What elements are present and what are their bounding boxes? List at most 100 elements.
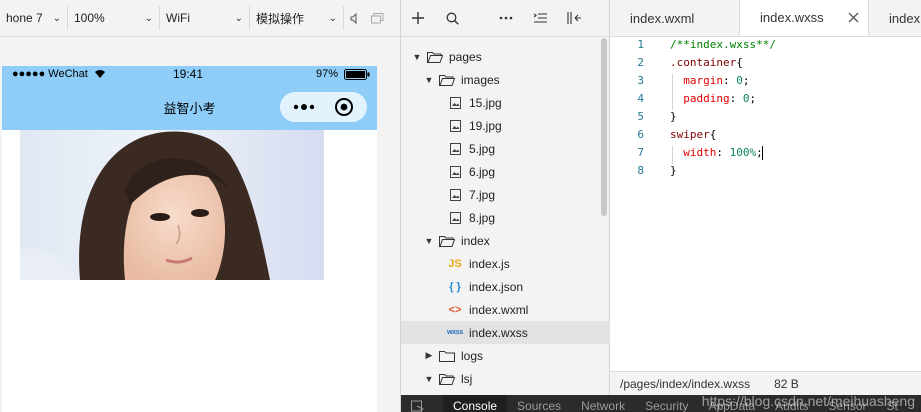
tree-item-label: 8.jpg <box>469 210 496 225</box>
file-tree-toolbar <box>401 0 609 37</box>
search-icon[interactable] <box>435 0 469 36</box>
image-file-icon <box>447 211 463 225</box>
folder-icon <box>439 349 455 363</box>
code-line[interactable]: /**index.wxss**/ <box>670 38 776 51</box>
tree-item-label: 19.jpg <box>469 118 502 133</box>
tree-folder[interactable]: ▼ pages <box>401 45 611 68</box>
code-token: : <box>716 146 730 159</box>
code-line[interactable]: width: 100%; <box>670 146 763 159</box>
image-file-icon <box>447 165 463 179</box>
status-time: 19:41 <box>173 67 204 81</box>
operation-select[interactable]: 模拟操作 ⌄ <box>250 6 344 30</box>
carrier-label: ●●●●● WeChat <box>12 68 88 80</box>
image-file-icon <box>447 96 463 110</box>
chevron-down-icon: ⌄ <box>144 12 153 24</box>
tree-item-label: images <box>461 72 500 87</box>
code-token: margin <box>670 74 723 87</box>
swiper-image[interactable] <box>20 130 324 280</box>
tab-label: index <box>889 10 921 26</box>
add-icon[interactable] <box>401 0 435 36</box>
simulator-toolbar: hone 7 ⌄ 100% ⌄ WiFi ⌄ 模拟操作 ⌄ <box>0 0 400 37</box>
devtools-tab-security[interactable]: Security <box>635 395 698 412</box>
expanded-arrow-icon[interactable]: ▼ <box>411 52 423 62</box>
folder-open-icon <box>427 50 443 64</box>
tree-folder[interactable]: ▼ index <box>401 229 623 252</box>
code-line[interactable]: swiper{ <box>670 128 716 141</box>
line-number: 6 <box>637 128 644 141</box>
operation-select-value: 模拟操作 <box>256 11 305 26</box>
tab-index-more[interactable]: index <box>869 0 921 36</box>
code-token: } <box>670 110 677 123</box>
code-token: swiper <box>670 128 710 141</box>
tree-item-label: index <box>461 233 490 248</box>
wifi-icon <box>94 68 106 82</box>
chevron-down-icon: ⌄ <box>52 12 61 24</box>
tree-item-label: pages <box>449 49 482 64</box>
tab-index-wxml[interactable]: index.wxml <box>610 0 740 36</box>
code-editor-panel: index.wxml index.wxss index 1 /**index.wx… <box>610 0 921 396</box>
tree-folder[interactable]: ▼ images <box>401 68 623 91</box>
image-file-icon <box>447 119 463 133</box>
mute-icon[interactable] <box>344 6 366 30</box>
devtools-tab-network[interactable]: Network <box>571 395 635 412</box>
expanded-arrow-icon[interactable]: ▼ <box>423 75 435 85</box>
tree-item-label: 7.jpg <box>469 187 496 202</box>
battery-icon <box>344 69 370 84</box>
code-line[interactable]: } <box>670 164 677 177</box>
code-token: padding <box>670 92 730 105</box>
simulator-panel: hone 7 ⌄ 100% ⌄ WiFi ⌄ 模拟操作 ⌄ ●●●●● WeCh… <box>0 0 401 412</box>
code-token: /**index.wxss**/ <box>670 38 776 51</box>
devtools-tab-sources[interactable]: Sources <box>507 395 571 412</box>
zoom-select[interactable]: 100% ⌄ <box>68 6 160 30</box>
tab-label: index.wxml <box>630 10 695 26</box>
tree-item-label: index.wxml <box>469 302 529 317</box>
editor-tab-bar: index.wxml index.wxss index <box>610 0 921 37</box>
network-select[interactable]: WiFi ⌄ <box>160 6 250 30</box>
code-area[interactable]: 1 /**index.wxss**/ 2 .container{ 3 margin: 0… <box>610 36 921 371</box>
tree-folder[interactable]: ▶ logs <box>401 344 623 367</box>
close-miniprogram-icon[interactable] <box>334 97 354 120</box>
collapsed-arrow-icon[interactable]: ▶ <box>423 350 435 361</box>
more-icon[interactable] <box>293 98 315 117</box>
split-icon[interactable] <box>557 0 591 36</box>
collapse-icon[interactable] <box>523 0 557 36</box>
window-icon[interactable] <box>366 6 388 30</box>
folder-open-icon <box>439 234 455 248</box>
device-select[interactable]: hone 7 ⌄ <box>0 6 68 30</box>
folder-open-icon <box>439 73 455 87</box>
close-icon[interactable] <box>848 11 859 26</box>
line-number: 3 <box>637 74 644 87</box>
inspect-icon[interactable] <box>407 395 427 412</box>
battery-percent: 97% <box>316 68 339 80</box>
code-token: 100% <box>729 146 757 159</box>
code-token: { <box>709 128 717 141</box>
file-path: /pages/index/index.wxss <box>620 377 751 391</box>
folder-open-icon <box>439 372 455 386</box>
tab-index-wxss[interactable]: index.wxss <box>740 0 869 36</box>
phone-screen: ●●●●● WeChat 19:41 97% 益智小考 <box>2 66 377 412</box>
chevron-down-icon: ⌄ <box>234 12 243 24</box>
more-icon[interactable] <box>489 0 523 36</box>
line-number: 2 <box>637 56 644 69</box>
line-number: 5 <box>637 110 644 123</box>
devtools-tab-console[interactable]: Console <box>443 395 508 412</box>
expanded-arrow-icon[interactable]: ▼ <box>423 374 435 384</box>
tree-folder[interactable]: ▼ lsj <box>401 367 623 390</box>
line-number: 1 <box>637 38 644 51</box>
tree-item-label: 6.jpg <box>469 164 496 179</box>
expanded-arrow-icon[interactable]: ▼ <box>423 236 435 246</box>
line-number: 7 <box>637 146 644 159</box>
device-select-value: hone 7 <box>6 11 43 25</box>
code-line[interactable]: } <box>670 110 677 123</box>
code-line[interactable]: .container{ <box>670 56 743 69</box>
tree-item-label: lsj <box>461 371 473 386</box>
image-file-icon <box>447 188 463 202</box>
phone-status-bar: ●●●●● WeChat 19:41 97% <box>2 66 377 84</box>
tree-scrollbar[interactable] <box>601 38 607 216</box>
code-token: { <box>736 56 743 69</box>
code-line[interactable]: margin: 0; <box>670 74 749 87</box>
tree-item-label: logs <box>461 348 484 363</box>
wxss-file-icon: wxss <box>447 329 463 336</box>
code-line[interactable]: padding: 0; <box>670 92 756 105</box>
indent-guide <box>672 146 673 164</box>
